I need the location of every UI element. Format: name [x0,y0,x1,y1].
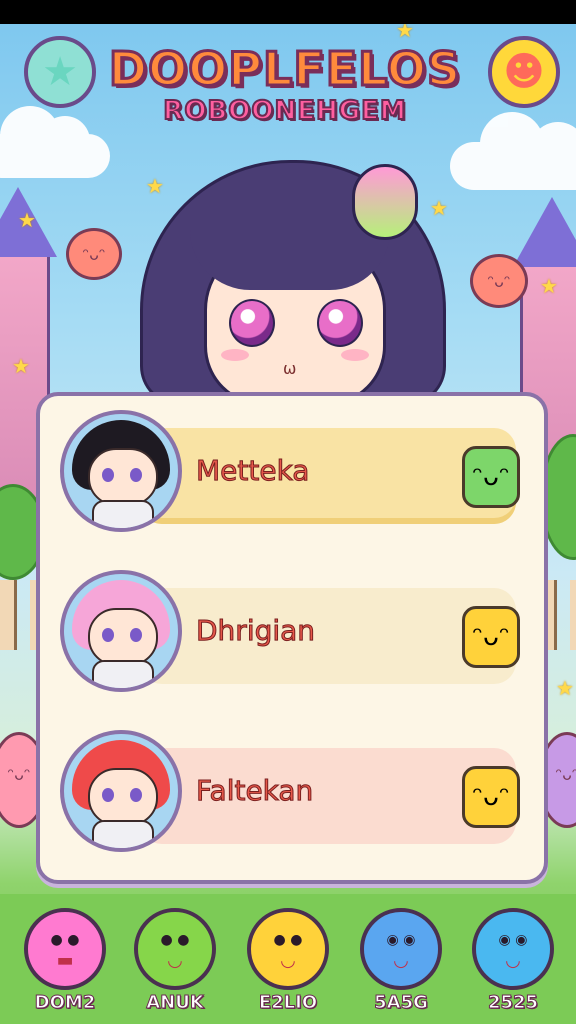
floating-pink-blob-icon: ᵔᴗᵔ [470,254,528,308]
sparkle-star-icon: ★ [396,24,414,42]
character-row[interactable]: Metteka ᵔᴗᵔ [60,410,522,542]
smiley-icon: ☻ [503,49,545,95]
logo-title-line2: ROBOONEHGEM [162,95,407,127]
character-bangs [190,220,390,290]
yellow-monster-icon: ᵔᴗᵔ [462,606,520,668]
nav-label: DOM2 [34,992,96,1014]
sparkle-star-icon: ★ [540,274,558,298]
character-row[interactable]: Dhrigian ᵔᴗᵔ [60,570,522,702]
nav-button-5a5g[interactable]: ◉ ◉ ◡ 5A5G [356,908,446,1014]
logo-title-line1: DOOPLFELOS [107,42,462,96]
yellow-monster-icon: ᵔᴗᵔ [462,766,520,828]
game-logo: DOOPLFELOS ROBOONEHGEM [95,42,475,164]
cyan-monster-icon: ◉ ◉ ◡ [472,908,554,990]
character-select-panel: Metteka ᵔᴗᵔ Dhrigian ᵔᴗᵔ Faltekan ᵔᴗᵔ [36,392,548,884]
character-name: Faltekan [195,774,314,808]
character-name: Dhrigian [195,614,316,648]
star-icon: ★ [42,49,78,95]
cloud [0,106,110,178]
nav-button-e2lio[interactable]: ● ● ◡ E2LIO [243,908,333,1014]
sparkle-star-icon: ★ [18,208,36,232]
character-avatar [60,570,182,692]
star-menu-button[interactable]: ★ [24,36,96,108]
character-avatar [60,410,182,532]
nav-button-dom2[interactable]: ● ● ▬ DOM2 [20,908,110,1014]
green-monster-icon: ᵔᴗᵔ [462,446,520,508]
hair-clip-icon [352,164,418,240]
yellow-monster-icon: ● ● ◡ [247,908,329,990]
pink-monster-icon: ● ● ▬ [24,908,106,990]
featured-character-portrait: ω [140,160,446,406]
bottom-navigation: ● ● ▬ DOM2 ● ● ◡ ANUK ● ● ◡ E2LIO ◉ ◉ ◡ 5A5G… [0,908,576,1024]
top-black-bar [0,0,576,24]
smiley-profile-button[interactable]: ☻ [488,36,560,108]
blue-monster-icon: ◉ ◉ ◡ [360,908,442,990]
sparkle-star-icon: ★ [12,354,30,378]
character-name: Metteka [195,454,310,488]
nav-button-anuk[interactable]: ● ● ◡ ANUK [130,908,220,1014]
nav-label: 2525 [487,992,539,1014]
character-avatar [60,730,182,852]
green-monster-icon: ● ● ◡ [134,908,216,990]
nav-label: 5A5G [374,992,429,1014]
sparkle-star-icon: ★ [556,676,574,700]
floating-pink-blob-icon: ᵔᴗᵔ [66,228,122,280]
character-row[interactable]: Faltekan ᵔᴗᵔ [60,730,522,862]
nav-label: ANUK [146,992,205,1014]
nav-label: E2LIO [258,992,318,1014]
nav-button-2525[interactable]: ◉ ◉ ◡ 2525 [468,908,558,1014]
